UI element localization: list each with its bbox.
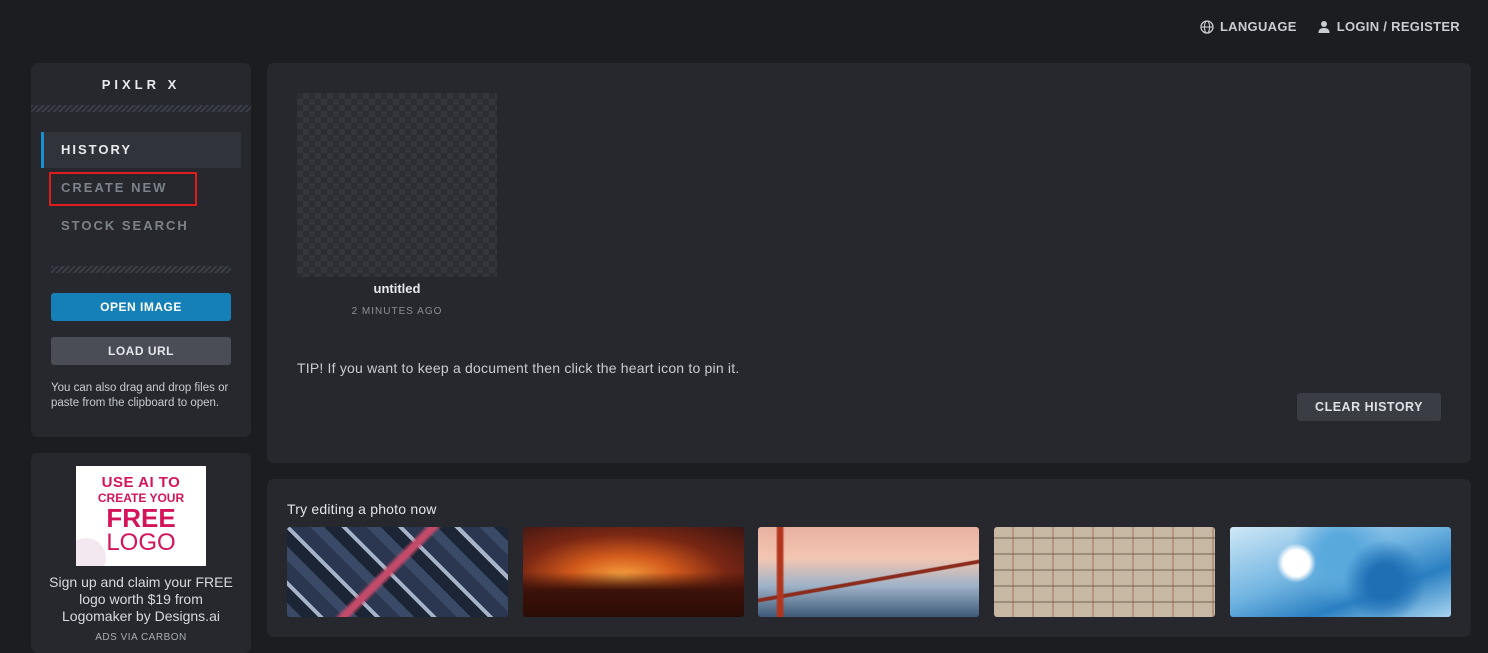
ad-image[interactable]: USE AI TO CREATE YOUR FREE LOGO <box>76 466 206 566</box>
top-bar: LANGUAGE LOGIN / REGISTER <box>0 0 1488 56</box>
login-register-label: LOGIN / REGISTER <box>1336 19 1460 34</box>
login-register-button[interactable]: LOGIN / REGISTER <box>1317 19 1460 34</box>
language-label: LANGUAGE <box>1219 19 1297 34</box>
sample-photos-title: Try editing a photo now <box>287 501 437 517</box>
sample-photo-book-pages[interactable] <box>994 527 1215 617</box>
user-icon <box>1317 20 1331 34</box>
open-hint-text: You can also drag and drop files or past… <box>51 382 229 409</box>
top-nav: LANGUAGE LOGIN / REGISTER <box>1200 19 1460 34</box>
ads-via-carbon-link[interactable]: ADS VIA CARBON <box>31 632 251 643</box>
globe-icon <box>1200 19 1214 34</box>
load-url-button[interactable]: LOAD URL <box>51 337 231 365</box>
document-name: untitled <box>373 281 421 296</box>
sidebar-item-stock-search[interactable]: STOCK SEARCH <box>41 208 241 244</box>
open-image-button[interactable]: OPEN IMAGE <box>51 293 231 321</box>
brand-logo: PIXLR X <box>101 77 181 92</box>
sidebar-item-history[interactable]: HISTORY <box>41 132 241 168</box>
sample-photos-panel: Try editing a photo now <box>267 479 1471 637</box>
history-panel: untitled 2 MINUTES AGO TIP! If you want … <box>267 63 1471 463</box>
sample-photo-city-aerial[interactable] <box>287 527 508 617</box>
ad-image-line: USE AI TO <box>101 474 181 491</box>
clear-history-button[interactable]: CLEAR HISTORY <box>1297 393 1441 421</box>
sample-photo-golden-gate[interactable] <box>758 527 979 617</box>
document-time: 2 MINUTES AGO <box>351 306 443 317</box>
ad-text-link[interactable]: Sign up and claim your FREE logo worth $… <box>43 574 239 625</box>
sidebar-nav: HISTORY CREATE NEW STOCK SEARCH <box>31 132 251 244</box>
tip-text: TIP! If you want to keep a document then… <box>297 360 740 376</box>
sidebar: PIXLR X HISTORY CREATE NEW STOCK SEARCH … <box>31 63 251 437</box>
document-thumbnail[interactable] <box>297 93 497 277</box>
divider <box>31 105 251 112</box>
divider <box>51 266 231 273</box>
sidebar-item-create-new[interactable]: CREATE NEW <box>41 170 241 206</box>
sample-photo-blue-water[interactable] <box>1230 527 1451 617</box>
sample-photo-horses-sunset[interactable] <box>523 527 744 617</box>
language-button[interactable]: LANGUAGE <box>1200 19 1297 34</box>
ad-card: USE AI TO CREATE YOUR FREE LOGO Sign up … <box>31 453 251 653</box>
ad-image-line: FREE <box>106 503 176 533</box>
